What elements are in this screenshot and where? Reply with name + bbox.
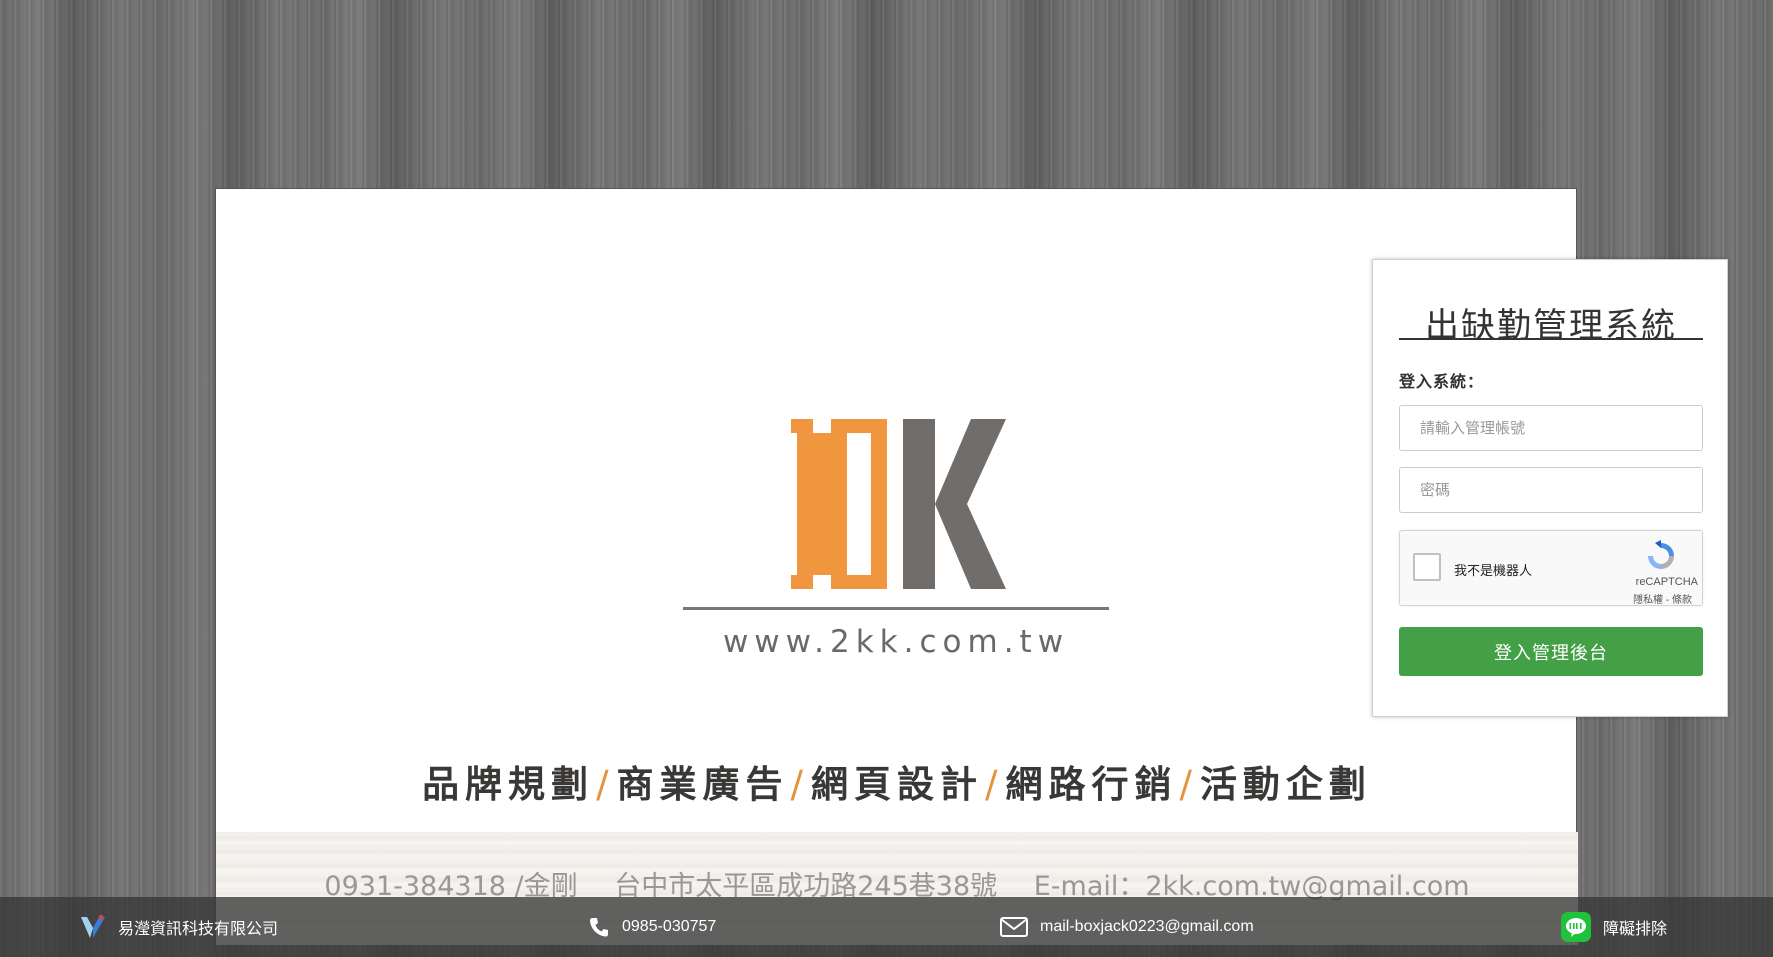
password-input[interactable]: [1399, 467, 1703, 513]
recaptcha-icon: [1648, 540, 1674, 569]
service-separator: /: [596, 763, 615, 806]
recaptcha-links[interactable]: 隱私權 - 條款: [1633, 591, 1692, 606]
footer-support-label: 障礙排除: [1603, 921, 1668, 938]
recaptcha-widget: 我不是機器人 reCAPTCHA 隱私權 - 條款: [1399, 530, 1703, 606]
service-separator: /: [985, 763, 1004, 806]
company-logo-icon: [81, 914, 105, 938]
recaptcha-brand: reCAPTCHA: [1635, 576, 1698, 588]
footer-phone[interactable]: 0985-030757: [588, 897, 716, 957]
login-section-label: 登入系統：: [1399, 374, 1485, 391]
recaptcha-checkbox[interactable]: [1413, 553, 1441, 581]
username-input[interactable]: [1399, 405, 1703, 451]
login-submit-button[interactable]: 登入管理後台: [1399, 627, 1703, 676]
phone-icon: [590, 918, 608, 937]
envelope-icon: [1000, 917, 1028, 937]
logo-underline: [683, 607, 1109, 610]
website-url: www.2kk.com.tw: [722, 624, 1070, 660]
footer-bar: 易瀅資訊科技有限公司 0985-030757 mail-boxjack0223@…: [0, 897, 1773, 957]
line-icon: [1561, 912, 1591, 942]
service-web: 網頁設計: [811, 763, 983, 806]
title-underline: [1399, 338, 1703, 340]
service-brand: 品牌規劃: [422, 763, 595, 806]
recaptcha-label: 我不是機器人: [1454, 563, 1533, 578]
login-panel: 出缺勤管理系統 登入系統： 我不是機器人 reCAPTCHA 隱私權 - 條款 …: [1372, 259, 1728, 717]
footer-company-label: 易瀅資訊科技有限公司: [118, 921, 279, 938]
service-separator: /: [1179, 763, 1198, 806]
service-ads: 商業廣告: [616, 763, 789, 806]
services-line: 品牌規劃/商業廣告/網頁設計/網路行銷/活動企劃: [216, 754, 1578, 808]
footer-company[interactable]: 易瀅資訊科技有限公司: [80, 897, 278, 957]
service-events: 活動企劃: [1199, 763, 1372, 806]
2kk-logo: [791, 419, 1006, 589]
service-separator: /: [790, 763, 809, 806]
footer-phone-label: 0985-030757: [622, 918, 717, 935]
footer-email-label: mail-boxjack0223@gmail.com: [1040, 918, 1254, 935]
footer-support[interactable]: 障礙排除: [1561, 897, 1667, 957]
footer-email[interactable]: mail-boxjack0223@gmail.com: [1000, 897, 1254, 957]
service-marketing: 網路行銷: [1005, 763, 1178, 806]
